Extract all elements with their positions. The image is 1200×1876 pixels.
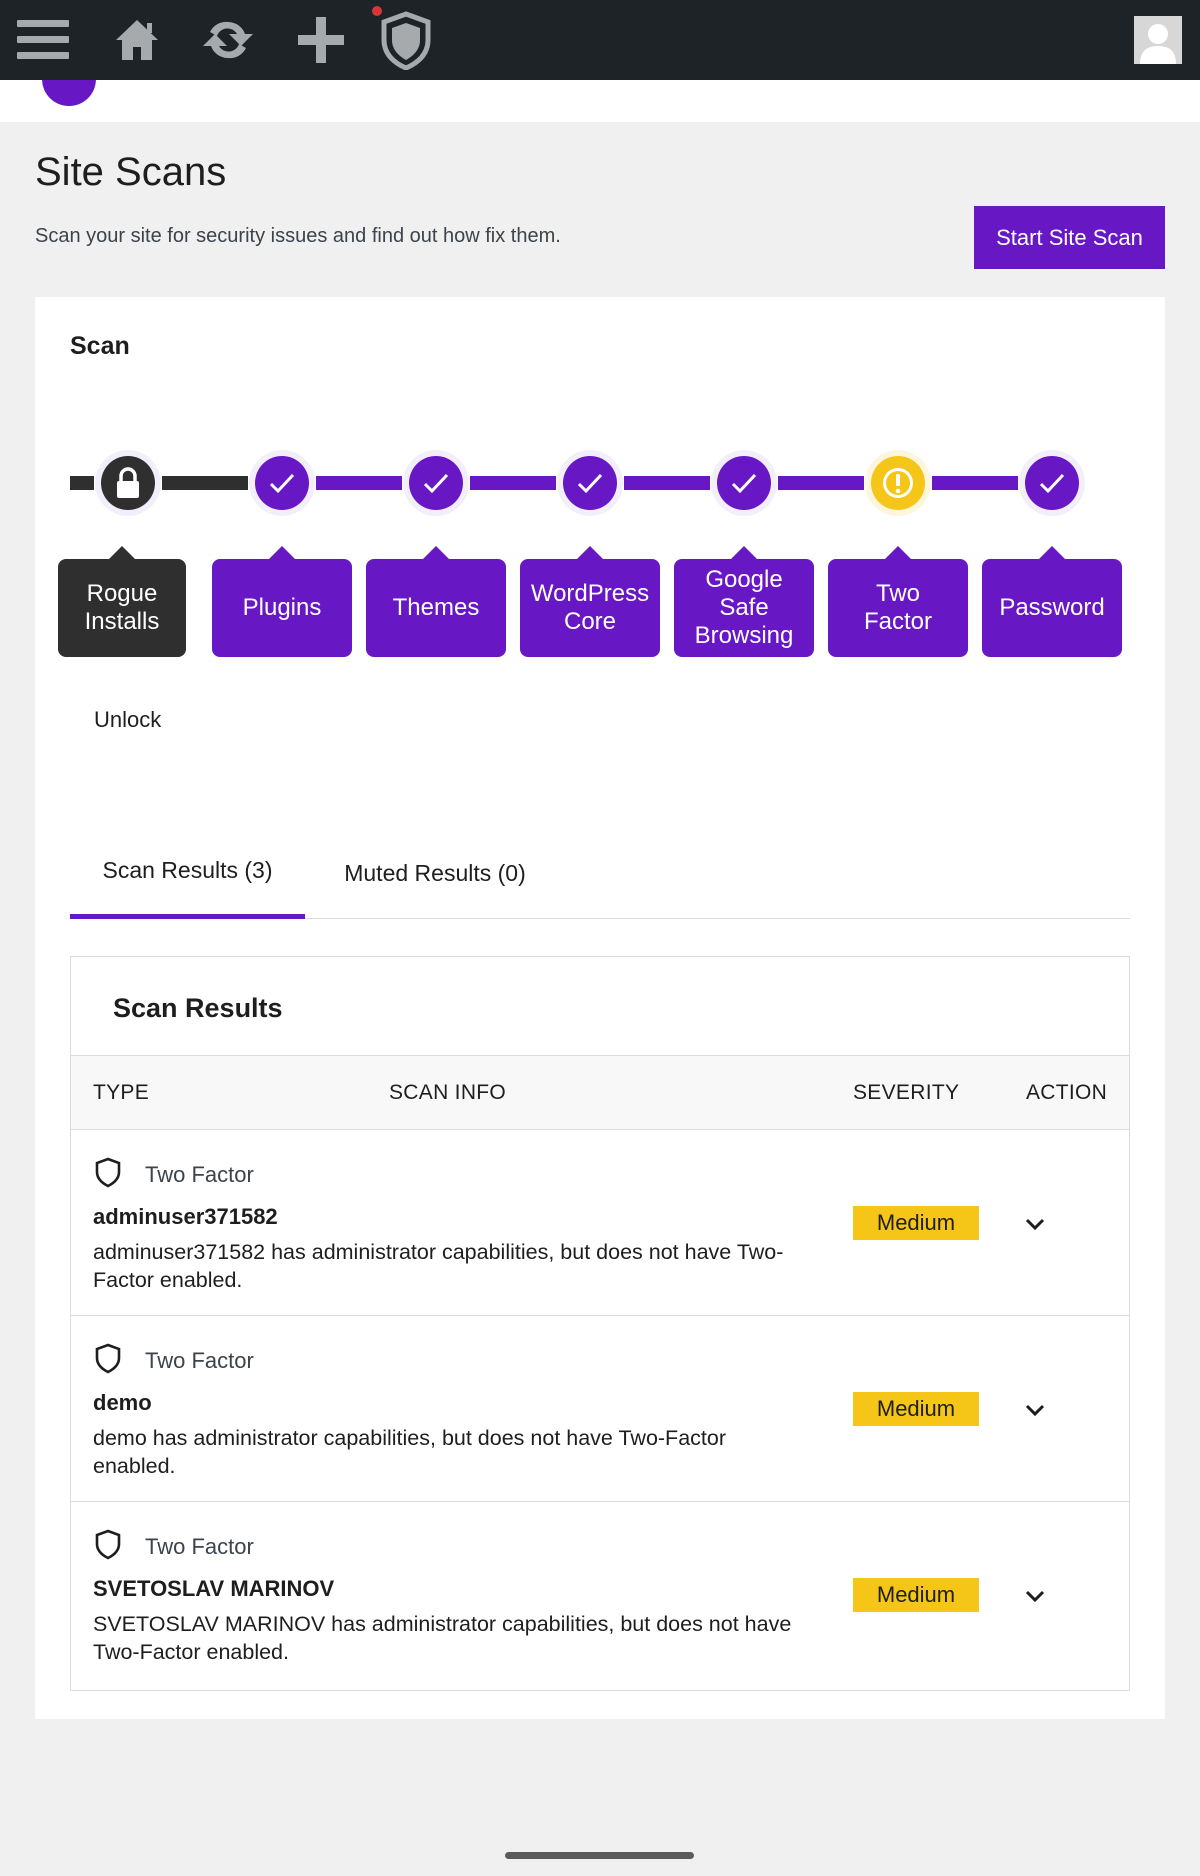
result-type-label: Two Factor [145, 1534, 254, 1559]
notification-dot [372, 6, 382, 16]
results-title: Scan Results [113, 993, 283, 1023]
stepper-line [470, 476, 556, 490]
step-node-wordpress-core [563, 456, 617, 510]
lock-icon [115, 467, 141, 499]
chevron-down-icon[interactable] [1022, 1400, 1048, 1420]
column-header-scan-info: SCAN INFO [389, 1080, 507, 1104]
step-label-plugins[interactable]: Plugins [212, 546, 352, 657]
step-node-password [1025, 456, 1079, 510]
stepper-line [778, 476, 864, 490]
home-icon[interactable] [112, 0, 162, 80]
column-header-severity: SEVERITY [853, 1080, 960, 1104]
result-description: adminuser371582 has administrator capabi… [93, 1240, 784, 1292]
shield-icon [93, 1342, 145, 1380]
stepper-line [162, 476, 248, 490]
start-site-scan-button[interactable]: Start Site Scan [974, 206, 1165, 269]
result-user: demo [93, 1390, 152, 1415]
scan-card: Scan Rogue Installs Plugins Themes WordP… [35, 297, 1165, 1719]
shield-icon [93, 1528, 145, 1566]
step-node-google-safe-browsing [717, 456, 771, 510]
page-title: Site Scans [35, 150, 227, 194]
step-label-wordpress-core[interactable]: WordPress Core [520, 546, 660, 657]
step-label-password[interactable]: Password [982, 546, 1122, 657]
unlock-link[interactable]: Unlock [94, 707, 161, 733]
severity-badge: Medium [853, 1578, 979, 1612]
result-user: adminuser371582 [93, 1204, 278, 1229]
shield-icon[interactable] [378, 0, 434, 80]
table-row: Two Factor adminuser371582 adminuser3715… [71, 1130, 1129, 1316]
avatar[interactable] [1134, 16, 1182, 64]
check-icon [577, 472, 603, 494]
result-type-label: Two Factor [145, 1348, 254, 1373]
severity-badge: Medium [853, 1392, 979, 1426]
tab-muted-results[interactable]: Muted Results (0) [325, 827, 545, 919]
scan-card-title: Scan [70, 332, 130, 360]
step-label-google-safe-browsing[interactable]: Google Safe Browsing [674, 546, 814, 657]
result-type-label: Two Factor [145, 1162, 254, 1187]
tab-scan-results[interactable]: Scan Results (3) [70, 827, 305, 919]
refresh-icon[interactable] [195, 0, 261, 80]
step-label-two-factor[interactable]: Two Factor [828, 546, 968, 657]
step-label-rogue-installs[interactable]: Rogue Installs [58, 546, 186, 657]
scan-stepper: Rogue Installs Plugins Themes WordPress … [58, 447, 1125, 667]
stepper-line [70, 476, 94, 490]
check-icon [423, 472, 449, 494]
page-description: Scan your site for security issues and f… [35, 225, 561, 247]
table-row: Two Factor demo demo has administrator c… [71, 1316, 1129, 1502]
results-tabs: Scan Results (3) Muted Results (0) [70, 827, 1130, 919]
plus-icon[interactable] [296, 0, 346, 80]
step-label-themes[interactable]: Themes [366, 546, 506, 657]
step-node-themes [409, 456, 463, 510]
column-header-action: ACTION [1026, 1080, 1108, 1104]
admin-bar [0, 0, 1200, 80]
chevron-down-icon[interactable] [1022, 1214, 1048, 1234]
warning-icon [880, 465, 916, 501]
result-type: Two Factor [93, 1342, 254, 1380]
step-node-plugins [255, 456, 309, 510]
chevron-down-icon[interactable] [1022, 1586, 1048, 1606]
menu-icon[interactable] [14, 0, 72, 80]
plugin-header-strip [0, 80, 1200, 122]
shield-icon [93, 1156, 145, 1194]
brand-logo [42, 80, 96, 106]
step-node-rogue-installs [101, 456, 155, 510]
result-description: demo has administrator capabilities, but… [93, 1426, 726, 1478]
severity-badge: Medium [853, 1206, 979, 1240]
result-user: SVETOSLAV MARINOV [93, 1576, 335, 1601]
result-type: Two Factor [93, 1528, 254, 1566]
result-type: Two Factor [93, 1156, 254, 1194]
stepper-line [932, 476, 1018, 490]
scan-results-panel: Scan Results TYPE SCAN INFO SEVERITY ACT… [70, 956, 1130, 1691]
table-row: Two Factor SVETOSLAV MARINOV SVETOSLAV M… [71, 1502, 1129, 1688]
home-indicator[interactable] [505, 1852, 694, 1859]
check-icon [1039, 472, 1065, 494]
table-header: TYPE SCAN INFO SEVERITY ACTION [71, 1055, 1129, 1130]
stepper-line [316, 476, 402, 490]
column-header-type: TYPE [93, 1080, 150, 1104]
step-node-two-factor [871, 456, 925, 510]
result-description: SVETOSLAV MARINOV has administrator capa… [93, 1612, 792, 1664]
stepper-line [624, 476, 710, 490]
check-icon [731, 472, 757, 494]
check-icon [269, 472, 295, 494]
